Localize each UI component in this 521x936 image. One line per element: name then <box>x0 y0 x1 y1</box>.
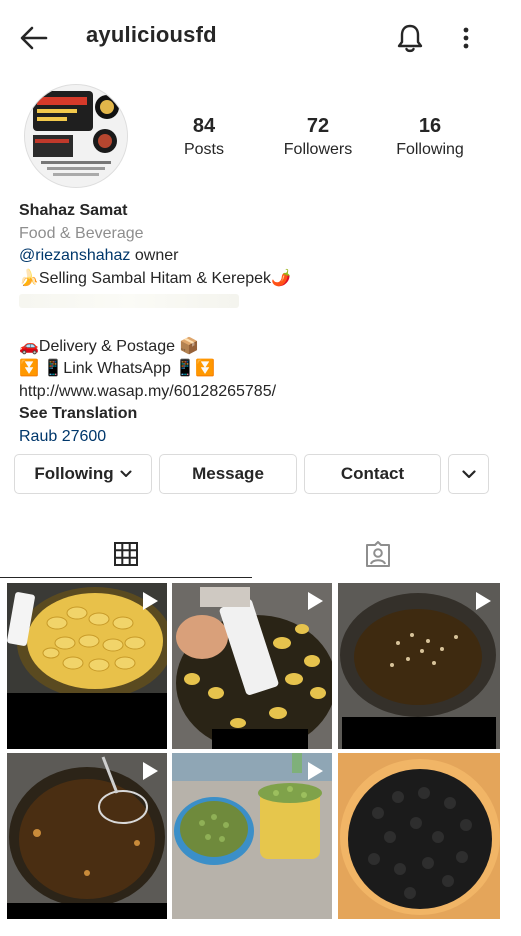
profile-username: ayuliciousfd <box>86 22 217 47</box>
followers-count: 72 <box>306 115 330 137</box>
bio-selling-line: 🍌Selling Sambal Hitam & Kerepek🌶️ <box>19 269 291 287</box>
bio-blurred-line <box>19 290 499 313</box>
profile-bio: Shahaz Samat Food & Beverage @riezanshah… <box>19 200 499 449</box>
profile-category: Food & Beverage <box>19 224 144 242</box>
contact-button[interactable]: Contact <box>304 454 441 494</box>
video-play-icon <box>308 592 323 610</box>
followers-label: Followers <box>283 141 353 158</box>
tab-posts-grid[interactable] <box>0 530 252 578</box>
tagged-person-icon <box>366 541 390 567</box>
post-thumbnail <box>338 753 500 919</box>
bio-mention-suffix: owner <box>130 247 179 265</box>
posts-stat[interactable]: 84 Posts <box>154 114 254 162</box>
back-arrow-icon[interactable] <box>18 22 50 54</box>
post-thumbnail[interactable] <box>172 753 332 919</box>
profile-tabs <box>0 530 521 580</box>
bio-link[interactable]: http://www.wasap.my/60128265785/ <box>19 381 499 404</box>
followers-stat[interactable]: 72 Followers <box>268 114 368 162</box>
suggested-accounts-button[interactable] <box>448 454 489 494</box>
profile-avatar[interactable] <box>24 84 128 188</box>
following-button[interactable]: Following <box>14 454 152 494</box>
chevron-down-icon <box>120 470 132 477</box>
post-thumbnail[interactable] <box>7 583 167 749</box>
video-play-icon <box>308 762 323 780</box>
blurred-text <box>19 294 239 309</box>
message-button[interactable]: Message <box>159 454 297 494</box>
avatar-logo-image <box>25 85 127 187</box>
bio-whatsapp-line: ⏬ 📱Link WhatsApp 📱⏬ <box>19 360 216 378</box>
post-thumbnail[interactable] <box>338 583 500 749</box>
see-translation-button[interactable]: See Translation <box>19 403 499 426</box>
following-stat[interactable]: 16 Following <box>380 114 480 162</box>
bio-mention-line: @riezanshahaz owner <box>19 245 499 268</box>
posts-label: Posts <box>183 141 224 158</box>
video-play-icon <box>476 592 491 610</box>
following-button-label: Following <box>34 464 114 483</box>
message-button-label: Message <box>192 464 264 483</box>
post-thumbnail[interactable] <box>7 753 167 919</box>
grid-icon <box>114 541 138 566</box>
contact-button-label: Contact <box>340 464 405 483</box>
more-vertical-icon[interactable] <box>456 22 476 54</box>
post-thumbnail[interactable] <box>172 583 332 749</box>
chevron-down-icon <box>461 469 476 478</box>
bio-mention-link[interactable]: @riezanshahaz <box>19 247 130 264</box>
video-play-icon <box>143 592 158 610</box>
posts-grid <box>0 583 521 936</box>
bio-delivery-line: 🚗Delivery & Postage 📦 <box>19 337 200 355</box>
notification-bell-icon[interactable] <box>395 22 425 54</box>
tab-tagged[interactable] <box>252 530 504 578</box>
post-image <box>338 753 500 919</box>
bio-location-link[interactable]: Raub 27600 <box>19 426 499 449</box>
posts-count: 84 <box>192 115 216 137</box>
bio-spacer <box>19 313 499 336</box>
following-count: 16 <box>418 115 442 137</box>
profile-name: Shahaz Samat <box>19 202 128 219</box>
profile-stats: 84 Posts 72 Followers 16 Following <box>170 114 490 164</box>
top-bar: ayuliciousfd <box>0 0 521 74</box>
following-label: Following <box>396 141 464 158</box>
video-play-icon <box>143 762 158 780</box>
